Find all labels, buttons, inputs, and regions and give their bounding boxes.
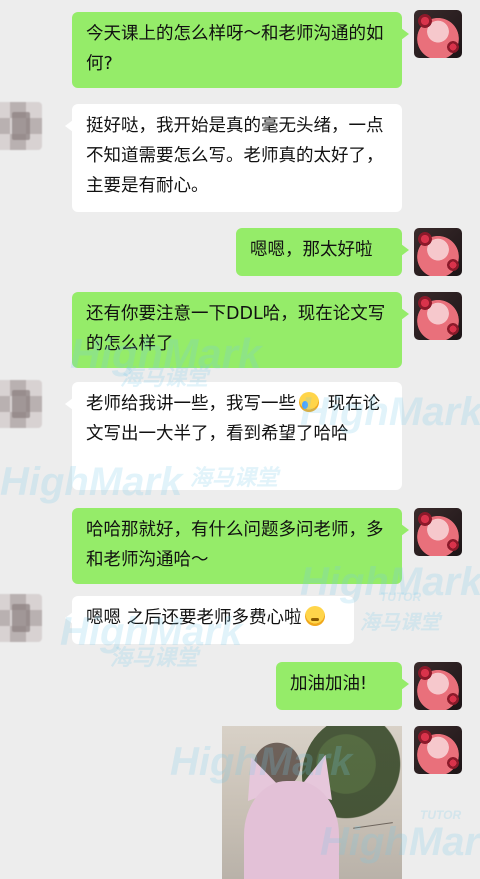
outgoing-message[interactable]: 哈哈那就好，有什么问题多问老师，多和老师沟通哈～ (72, 508, 409, 584)
rose-decoration-icon (418, 14, 432, 28)
incoming-message[interactable]: 挺好哒，我开始是真的毫无头绪，一点不知道需要怎么写。老师真的太好了，主要是有耐心… (65, 104, 402, 212)
thinking-face-emoji-icon (304, 606, 325, 626)
watermark-sub: 海马课堂 (110, 645, 199, 670)
image-message[interactable] (222, 726, 402, 879)
rose-decoration-icon (418, 730, 432, 744)
rose-decoration-icon (418, 512, 432, 526)
crying-laughing-emoji-icon (299, 392, 319, 412)
message-text: 老师给我讲一些，我写一些 (86, 394, 296, 414)
watermark-tag: TUTOR (380, 590, 422, 604)
contact-avatar[interactable] (0, 102, 42, 150)
rose-decoration-icon (447, 539, 459, 551)
my-avatar[interactable] (414, 726, 462, 774)
image-toy-cat (244, 781, 339, 879)
outgoing-message[interactable]: 加油加油! (276, 662, 409, 710)
rose-decoration-icon (447, 323, 459, 335)
my-avatar[interactable] (414, 228, 462, 276)
contact-avatar[interactable] (0, 380, 42, 428)
outgoing-message[interactable]: 还有你要注意一下DDL哈，现在论文写的怎么样了 (72, 292, 409, 368)
outgoing-message[interactable]: 嗯嗯，那太好啦 (236, 228, 409, 276)
watermark-tag: TUTOR (420, 808, 462, 822)
my-avatar[interactable] (414, 662, 462, 710)
rose-decoration-icon (418, 296, 432, 310)
contact-avatar[interactable] (0, 594, 42, 642)
incoming-message[interactable]: 老师给我讲一些，我写一些 现在论文写出一大半了，看到希望了哈哈 (65, 382, 402, 490)
my-avatar[interactable] (414, 508, 462, 556)
rose-decoration-icon (418, 666, 432, 680)
rose-decoration-icon (447, 259, 459, 271)
outgoing-message[interactable]: 今天课上的怎么样呀～和老师沟通的如何? (72, 12, 409, 88)
watermark-sub: 海马课堂 (360, 612, 440, 634)
rose-decoration-icon (447, 41, 459, 53)
my-avatar[interactable] (414, 292, 462, 340)
my-avatar[interactable] (414, 10, 462, 58)
message-text: 嗯嗯 之后还要老师多费心啦 (86, 608, 302, 628)
rose-decoration-icon (447, 757, 459, 769)
incoming-message[interactable]: 嗯嗯 之后还要老师多费心啦 (65, 596, 354, 644)
rose-decoration-icon (418, 232, 432, 246)
rose-decoration-icon (447, 693, 459, 705)
